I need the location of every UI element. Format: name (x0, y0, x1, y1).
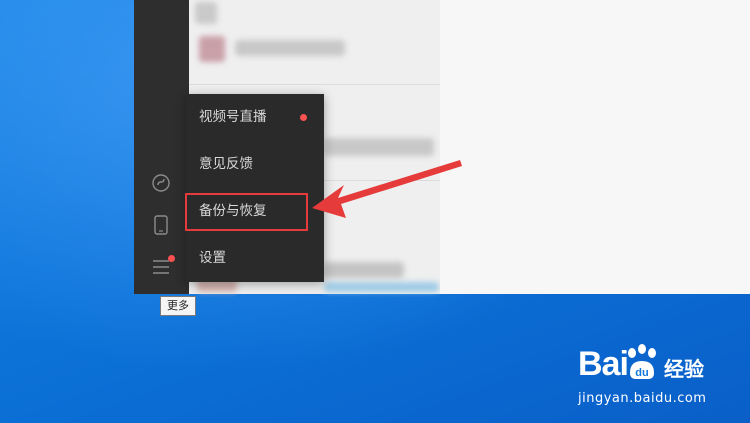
watermark-brand: Bai (578, 345, 629, 383)
paw-icon: du (628, 344, 656, 379)
watermark-suffix: 经验 (664, 357, 704, 381)
more-tooltip: 更多 (160, 296, 196, 316)
watermark-url: jingyan.baidu.com (578, 391, 707, 406)
svg-text:du: du (635, 367, 648, 379)
baidu-jingyan-watermark: Bai du 经验 jingyan.baidu.com (578, 344, 738, 410)
